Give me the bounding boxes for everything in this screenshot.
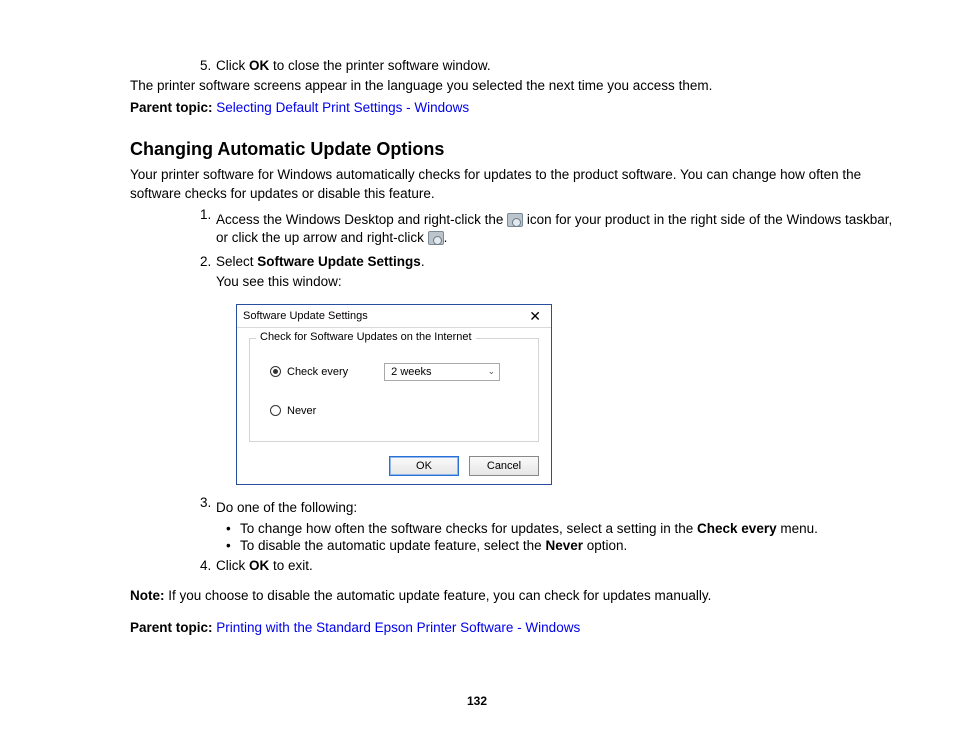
parent-topic-1: Parent topic: Selecting Default Print Se… — [130, 99, 908, 117]
step4-number: 4. — [130, 558, 216, 573]
parent-topic-1-label: Parent topic: — [130, 100, 213, 115]
step2-pre: Select — [216, 254, 257, 269]
note-paragraph: Note: If you choose to disable the autom… — [130, 587, 908, 605]
b1-pre: To change how often the software checks … — [240, 521, 697, 536]
b2-post: option. — [583, 538, 627, 553]
step1-post: . — [444, 230, 448, 245]
parent-topic-2: Parent topic: Printing with the Standard… — [130, 619, 908, 637]
interval-combo-value: 2 weeks — [391, 366, 431, 378]
b2-pre: To disable the automatic update feature,… — [240, 538, 545, 553]
page-number: 132 — [0, 694, 954, 708]
step2-post: . — [421, 254, 425, 269]
radio-check-every-row: Check every 2 weeks ⌄ — [270, 363, 528, 381]
chevron-down-icon: ⌄ — [488, 366, 496, 377]
step4-post: to exit. — [269, 558, 313, 573]
step5-bold: OK — [249, 58, 269, 73]
step3-bullet1: • To change how often the software check… — [226, 521, 908, 536]
dialog-titlebar: Software Update Settings ✕ — [237, 305, 551, 328]
step2-text: Select Software Update Settings. You see… — [216, 254, 908, 295]
step5-post: to close the printer software window. — [269, 58, 490, 73]
parent-topic-1-link[interactable]: Selecting Default Print Settings - Windo… — [216, 100, 469, 115]
step4-text: Click OK to exit. — [216, 558, 908, 573]
parent-topic-2-link[interactable]: Printing with the Standard Epson Printer… — [216, 620, 580, 635]
step2-yousee: You see this window: — [216, 273, 908, 291]
step3-number: 3. — [130, 495, 216, 555]
b1-post: menu. — [777, 521, 818, 536]
taskbar-product-icon — [507, 213, 523, 227]
step5-text: Click OK to close the printer software w… — [216, 58, 908, 73]
ok-button[interactable]: OK — [389, 456, 459, 476]
taskbar-product-icon-2 — [428, 231, 444, 245]
step3-body: Do one of the following: • To change how… — [216, 495, 908, 555]
radio-never[interactable] — [270, 405, 281, 416]
step4-bold: OK — [249, 558, 269, 573]
bullet-icon: • — [226, 538, 240, 553]
b2-bold: Never — [545, 538, 583, 553]
step2-number: 2. — [130, 254, 216, 295]
after-step5-text: The printer software screens appear in t… — [130, 77, 908, 95]
step3-bullet2: • To disable the automatic update featur… — [226, 538, 908, 553]
b1-bold: Check every — [697, 521, 777, 536]
step1-number: 1. — [130, 207, 216, 251]
radio-check-every[interactable] — [270, 366, 281, 377]
section-intro: Your printer software for Windows automa… — [130, 166, 908, 202]
section-heading: Changing Automatic Update Options — [130, 139, 908, 160]
step1-text: Access the Windows Desktop and right-cli… — [216, 211, 908, 247]
radio-check-every-label: Check every — [287, 366, 348, 378]
cancel-button[interactable]: Cancel — [469, 456, 539, 476]
note-text: If you choose to disable the automatic u… — [165, 588, 712, 603]
step1-pre: Access the Windows Desktop and right-cli… — [216, 212, 507, 227]
step3-text: Do one of the following: — [216, 499, 908, 517]
close-icon[interactable]: ✕ — [525, 309, 545, 323]
radio-never-row: Never — [270, 405, 528, 417]
note-label: Note: — [130, 588, 165, 603]
radio-never-label: Never — [287, 405, 316, 417]
step4-pre: Click — [216, 558, 249, 573]
parent-topic-2-label: Parent topic: — [130, 620, 213, 635]
step5-number: 5. — [130, 58, 216, 73]
step2-bold: Software Update Settings — [257, 254, 421, 269]
dialog-fieldset: Check for Software Updates on the Intern… — [249, 338, 539, 442]
dialog-title: Software Update Settings — [243, 310, 368, 322]
dialog-screenshot: Software Update Settings ✕ Check for Sof… — [236, 304, 908, 485]
bullet-icon: • — [226, 521, 240, 536]
step5-pre: Click — [216, 58, 249, 73]
fieldset-legend: Check for Software Updates on the Intern… — [256, 331, 476, 343]
interval-combo[interactable]: 2 weeks ⌄ — [384, 363, 500, 381]
dialog-button-row: OK Cancel — [237, 450, 551, 476]
